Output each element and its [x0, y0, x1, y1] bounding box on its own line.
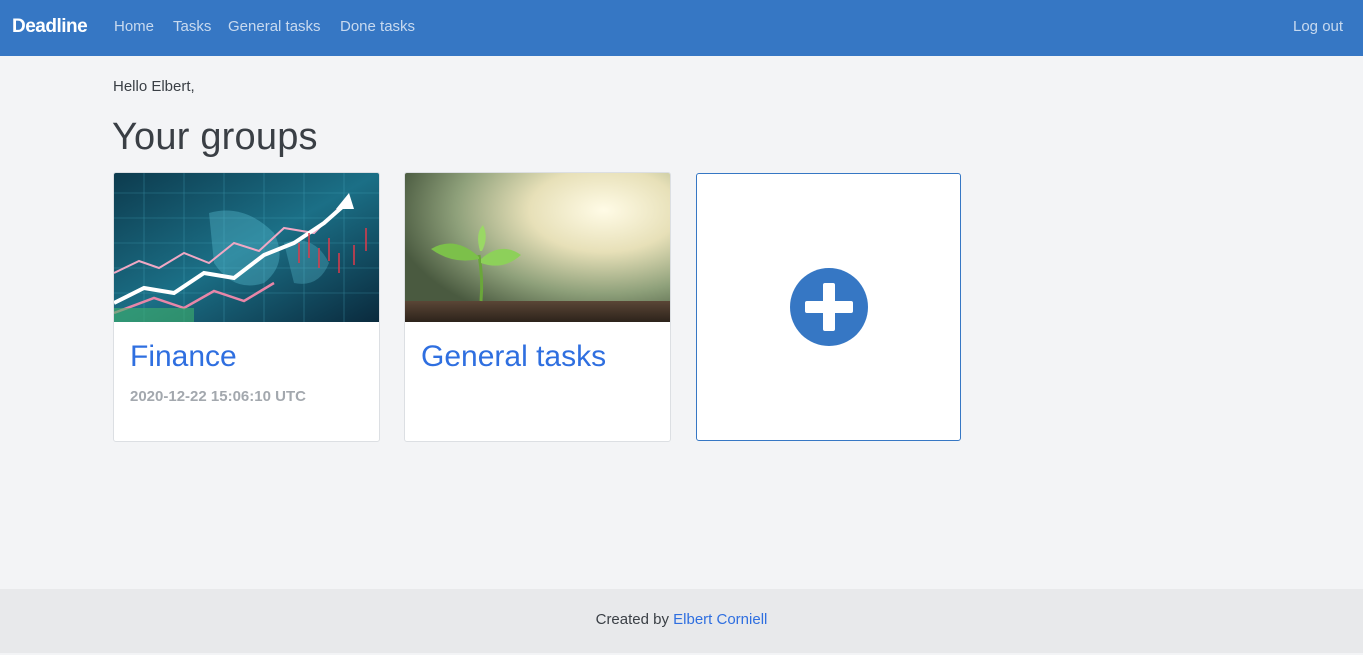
- seedling-sunlight-image: [405, 173, 670, 322]
- stock-market-chart-image: [114, 173, 379, 322]
- nav-home-link[interactable]: Home: [114, 18, 154, 35]
- plus-circle-icon[interactable]: [790, 268, 868, 346]
- nav-general-tasks-link[interactable]: General tasks: [228, 18, 321, 35]
- footer-prefix: Created by: [595, 611, 674, 628]
- navbar: Deadline Home Tasks General tasks Done t…: [0, 0, 1363, 56]
- group-card-general-tasks[interactable]: General tasks: [404, 172, 671, 442]
- add-group-card[interactable]: [696, 173, 961, 441]
- group-card-finance[interactable]: Finance 2020-12-22 15:06:10 UTC: [113, 172, 380, 442]
- group-title[interactable]: Finance: [130, 340, 237, 374]
- author-link[interactable]: Elbert Corniell: [673, 611, 767, 628]
- greeting-text: Hello Elbert,: [113, 78, 195, 95]
- group-date: 2020-12-22 15:06:10 UTC: [130, 388, 306, 405]
- logout-link[interactable]: Log out: [1293, 18, 1343, 35]
- footer-credit: Created by Elbert Corniell: [0, 611, 1363, 628]
- nav-done-tasks-link[interactable]: Done tasks: [340, 18, 415, 35]
- brand-logo[interactable]: Deadline: [12, 16, 88, 38]
- group-title[interactable]: General tasks: [421, 340, 606, 374]
- nav-tasks-link[interactable]: Tasks: [173, 18, 211, 35]
- footer: Created by Elbert Corniell: [0, 589, 1363, 653]
- page-title: Your groups: [112, 116, 318, 158]
